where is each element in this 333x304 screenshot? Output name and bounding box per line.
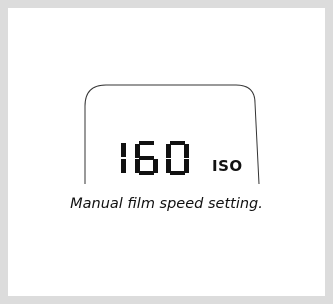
digit-6 <box>135 141 158 175</box>
digit-0 <box>166 141 189 175</box>
digit-1 <box>121 143 126 173</box>
figure-panel: 160 ISO Manual film speed setting. <box>8 8 325 296</box>
figure-frame: 160 ISO Manual film speed setting. <box>0 0 333 304</box>
iso-value-display: 160 <box>121 141 189 175</box>
iso-unit-label: ISO <box>212 157 243 175</box>
figure-caption: Manual film speed setting. <box>70 196 263 212</box>
